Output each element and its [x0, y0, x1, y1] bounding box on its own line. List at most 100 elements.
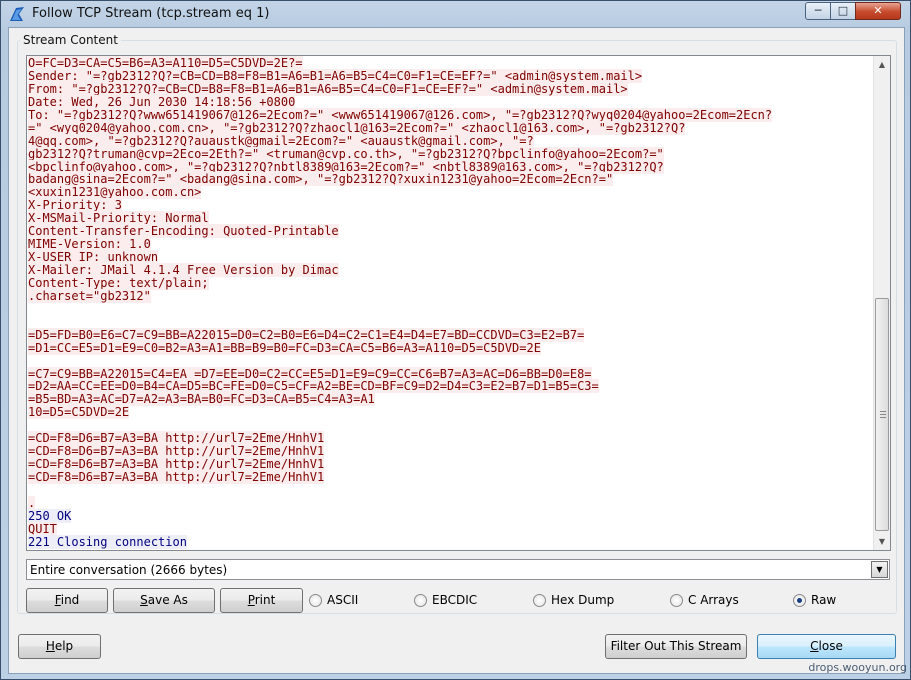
client-text: =CD=F8=D6=B7=A3=BA http://url7=2Eme/HnhV…	[28, 470, 325, 484]
radio-c-arrays-label: C Arrays	[688, 593, 739, 607]
client-text: Content-Transfer-Encoding: Quoted-Printa…	[28, 224, 339, 239]
conversation-select[interactable]: Entire conversation (2666 bytes) ▼	[26, 559, 890, 580]
chevron-down-icon[interactable]: ▼	[871, 561, 888, 578]
stream-line: X-Mailer: JMail 4.1.4 Free Version by Di…	[28, 263, 874, 277]
radio-c-arrays-indicator[interactable]	[670, 594, 683, 607]
find-button[interactable]: Find	[26, 588, 108, 613]
stream-line	[28, 484, 874, 497]
help-button-label: Help	[45, 639, 74, 653]
client-text: .charset="gb2312"	[28, 288, 151, 303]
client-text: X-MSMail-Priority: Normal	[28, 211, 209, 226]
print-button[interactable]: Print	[220, 588, 303, 613]
close-window-button[interactable]: ✕	[855, 2, 901, 20]
client-text: Content-Type: text/plain;	[28, 275, 209, 290]
scroll-thumb[interactable]	[875, 298, 889, 531]
radio-ebcdic-indicator[interactable]	[414, 594, 427, 607]
client-text: Date: Wed, 26 Jun 2030 14:18:56 +0800	[28, 94, 296, 109]
stream-line: 221 Closing connection	[28, 534, 874, 549]
stream-line: Content-Type: text/plain;	[28, 275, 874, 290]
stream-line: QUIT	[28, 521, 874, 536]
stream-line: 250 OK	[28, 508, 874, 523]
client-text: =" <wyq0204@yahoo.com.cn>, "=?gb2312?Q?z…	[28, 120, 686, 135]
client-text: QUIT	[28, 521, 57, 536]
server-text: 250 OK	[28, 508, 72, 523]
client-text: X-USER_IP: unknown	[28, 250, 159, 265]
client-text: =CD=F8=D6=B7=A3=BA http://url7=2Eme/HnhV…	[28, 444, 325, 459]
client-text: O=FC=D3=CA=C5=B6=A3=A110=D5=C5DVD=2E?=	[28, 56, 303, 70]
stream-line: .charset="gb2312"	[28, 288, 874, 303]
grip-icon	[880, 411, 886, 418]
client-text: 10=D5=C5DVD=2E	[28, 405, 130, 420]
client-text: =CD=F8=D6=B7=A3=BA http://url7=2Eme/HnhV…	[28, 457, 325, 472]
stream-line: =CD=F8=D6=B7=A3=BA http://url7=2Eme/HnhV…	[28, 470, 874, 484]
stream-content-label: Stream Content	[20, 33, 121, 47]
find-button-label: Find	[54, 593, 80, 607]
minimize-button[interactable]: ─	[805, 2, 831, 20]
watermark: drops.wooyun.org	[808, 661, 907, 674]
client-text: From: "=?gb2312?Q?=CB=CD=B8=F8=B1=A6=B1=…	[28, 81, 628, 96]
client-text: @qq.com>, "=?gb2312?Q?auaustk@gmail=2Eco…	[35, 133, 534, 148]
client-text: =D2=AA=CC=EE=D0=B4=CA=D5=BC=FE=D0=C5=CF=…	[28, 379, 599, 394]
client-text: badang@sina=2Ecom?=" <badang@sina.com>, …	[28, 172, 614, 187]
follow-tcp-stream-window: Follow TCP Stream (tcp.stream eq 1) ─ □ …	[0, 0, 911, 680]
stream-content-text[interactable]: O=FC=D3=CA=C5=B6=A3=A110=D5=C5DVD=2E?= Se…	[26, 55, 891, 551]
dialog-client-area: Stream Content O=FC=D3=CA=C5=B6=A3=A110=…	[8, 27, 905, 674]
stream-line: 4@qq.com>, "=?gb2312?Q?auaustk@gmail=2Ec…	[28, 133, 874, 148]
close-button-label: Close	[810, 639, 843, 653]
stream-line: 10=D5=C5DVD=2E	[28, 405, 874, 420]
radio-raw-indicator[interactable]	[793, 594, 806, 607]
client-text: Sender: "=?gb2312?Q?=CB=CD=B8=F8=B1=A6=B…	[28, 68, 643, 83]
title-bar[interactable]: Follow TCP Stream (tcp.stream eq 1) ─ □ …	[1, 1, 910, 27]
radio-raw-label: Raw	[811, 593, 837, 607]
scroll-up-icon[interactable]: ▲	[874, 56, 890, 73]
stream-line: gb2312?Q?truman@cvp=2Eco=2Eth?=" <truman…	[28, 146, 874, 161]
vertical-scrollbar[interactable]: ▲ ▼	[873, 56, 890, 550]
stream-line: =" <wyq0204@yahoo.com.cn>, "=?gb2312?Q?z…	[28, 120, 874, 135]
client-text: gb2312?Q?truman@cvp=2Eco=2Eth?=" <truman…	[28, 146, 664, 161]
server-text: 221 Closing connection	[28, 534, 187, 549]
stream-line: <xuxin1231@yahoo.com.cn>	[28, 185, 874, 200]
client-text: X-Priority: 3	[28, 198, 122, 213]
stream-line: =D1=CC=E5=D1=E9=C0=B2=A3=A1=BB=B9=B0=FC=…	[28, 340, 874, 355]
scroll-down-icon[interactable]: ▼	[874, 533, 890, 550]
filter-out-button-label: Filter Out This Stream	[610, 639, 742, 653]
stream-line	[28, 316, 874, 329]
stream-line: To: "=?gb2312?Q?www651419067@126=2Ecom?=…	[28, 107, 874, 122]
stream-line: =B5=BD=A3=AC=D7=A2=A3=BA=B0=FC=D3=CA=B5=…	[28, 392, 874, 407]
radio-ascii-indicator[interactable]	[309, 594, 322, 607]
client-text: To: "=?gb2312?Q?www651419067@126=2Ecom?=…	[28, 107, 773, 122]
stream-line	[28, 303, 874, 316]
close-button[interactable]: Close	[757, 634, 896, 659]
stream-line: .	[28, 495, 874, 510]
stream-line: Content-Transfer-Encoding: Quoted-Printa…	[28, 224, 874, 239]
client-text: X-Mailer: JMail 4.1.4 Free Version by Di…	[28, 263, 339, 277]
radio-ebcdic-label: EBCDIC	[432, 593, 478, 607]
client-text: =D5=FD=B0=E6=C7=C9=BB=A22015=D0=C2=B0=E6…	[28, 327, 585, 342]
client-text: =D1=CC=E5=D1=E9=C0=B2=A3=A1=BB=B9=B0=FC=…	[28, 340, 541, 355]
stream-line	[28, 355, 874, 368]
print-button-label: Print	[247, 593, 276, 607]
client-text: .	[28, 495, 36, 510]
client-text: =CD=F8=D6=B7=A3=BA http://url7=2Eme/HnhV…	[28, 431, 325, 446]
radio-hex-dump-indicator[interactable]	[533, 594, 546, 607]
save-as-button[interactable]: Save As	[113, 588, 215, 613]
filter-out-stream-button[interactable]: Filter Out This Stream	[605, 634, 747, 659]
stream-line: =D5=FD=B0=E6=C7=C9=BB=A22015=D0=C2=B0=E6…	[28, 327, 874, 342]
maximize-button[interactable]: □	[830, 2, 856, 20]
client-text: MIME-Version: 1.0	[28, 237, 151, 252]
help-button[interactable]: Help	[18, 634, 101, 659]
client-text: =C7=C9=BB=A22015=C4=EA =D7=EE=D0=C2=CC=E…	[28, 366, 592, 381]
stream-line: Date: Wed, 26 Jun 2030 14:18:56 +0800	[28, 94, 874, 109]
conversation-select-value: Entire conversation (2666 bytes)	[30, 563, 228, 577]
window-title: Follow TCP Stream (tcp.stream eq 1)	[32, 6, 270, 21]
stream-lines[interactable]: O=FC=D3=CA=C5=B6=A3=A110=D5=C5DVD=2E?= Se…	[27, 56, 874, 549]
save-as-button-label: Save As	[140, 593, 188, 607]
stream-line: O=FC=D3=CA=C5=B6=A3=A110=D5=C5DVD=2E?=	[28, 56, 874, 70]
stream-line: Sender: "=?gb2312?Q?=CB=CD=B8=F8=B1=A6=B…	[28, 68, 874, 83]
radio-hex-dump-label: Hex Dump	[551, 593, 615, 607]
wireshark-fin-icon	[10, 7, 24, 21]
stream-line: From: "=?gb2312?Q?=CB=CD=B8=F8=B1=A6=B1=…	[28, 81, 874, 96]
radio-ascii-label: ASCII	[327, 593, 359, 607]
client-text: =B5=BD=A3=AC=D7=A2=A3=BA=B0=FC=D3=CA=B5=…	[28, 392, 375, 407]
client-text: <xuxin1231@yahoo.com.cn>	[28, 185, 202, 200]
